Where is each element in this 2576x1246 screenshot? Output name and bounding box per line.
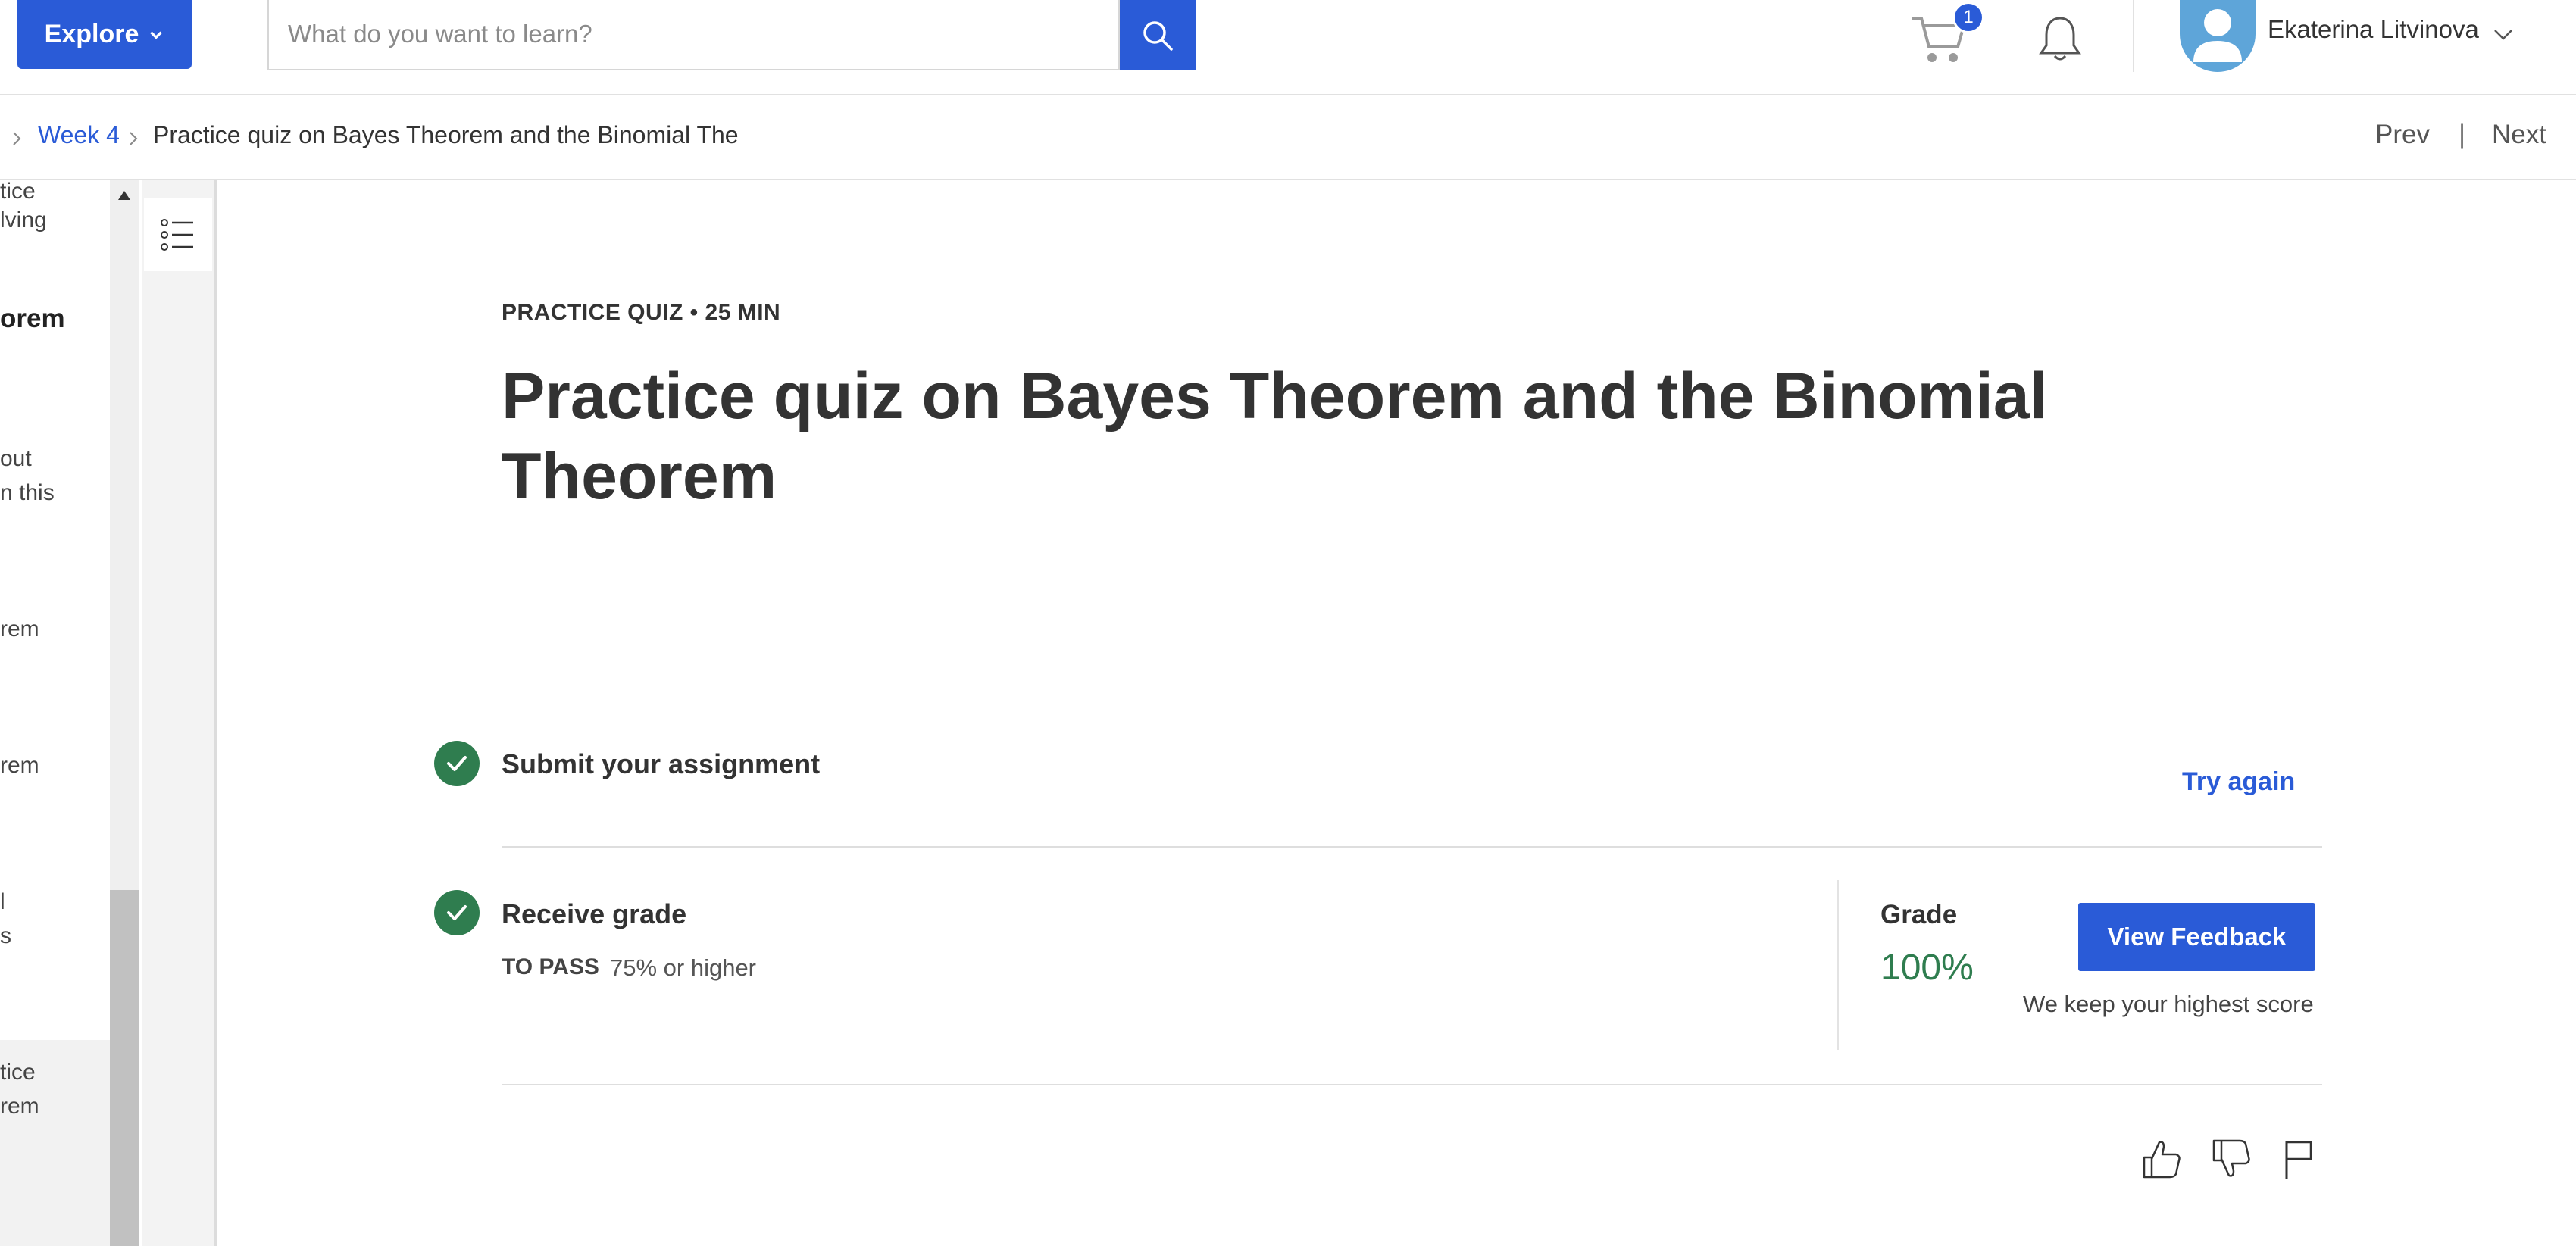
sidebar-item-text[interactable]: rem	[0, 612, 39, 646]
nav-divider: |	[2459, 120, 2466, 149]
search-input[interactable]	[269, 0, 1118, 67]
to-pass-value: 75% or higher	[610, 954, 757, 981]
sidebar-item-text[interactable]: rem	[0, 748, 39, 782]
chevron-down-icon	[150, 31, 163, 39]
thumbs-down-icon[interactable]	[2209, 1136, 2252, 1182]
section-divider	[502, 1084, 2322, 1085]
check-circle-icon	[434, 741, 480, 786]
scrollbar-thumb[interactable]	[110, 890, 139, 1246]
section-divider	[502, 846, 2322, 848]
receive-step-title: Receive grade	[502, 898, 687, 929]
sidebar-item-heading[interactable]: orem	[0, 301, 65, 336]
top-header: Explore 1 Ekaterina Litvinova	[0, 0, 2576, 95]
explore-label: Explore	[44, 20, 139, 48]
toc-toggle-button[interactable]	[144, 198, 212, 271]
quiz-eyebrow: PRACTICE QUIZ • 25 MIN	[502, 300, 781, 325]
sidebar-item-text[interactable]: tice	[0, 1055, 36, 1089]
sidebar-item-text[interactable]: out	[0, 442, 32, 476]
search-button[interactable]	[1120, 0, 1196, 70]
toc-rail	[142, 180, 217, 1246]
highest-score-note: We keep your highest score	[2023, 991, 2314, 1017]
header-divider	[2133, 0, 2134, 72]
sidebar-item-text[interactable]: l	[0, 885, 5, 919]
breadcrumb-current: Practice quiz on Bayes Theorem and the B…	[153, 121, 739, 148]
prev-link[interactable]: Prev	[2375, 120, 2430, 150]
chevron-right-icon	[13, 132, 21, 145]
user-icon	[2193, 9, 2242, 62]
sidebar-item-text[interactable]: n this	[0, 476, 55, 510]
grade-value: 100%	[1880, 948, 1974, 988]
check-circle-icon	[434, 890, 480, 935]
list-icon	[161, 219, 193, 251]
submit-step-title: Submit your assignment	[502, 748, 821, 779]
to-pass-label: TO PASS	[502, 954, 599, 979]
explore-button[interactable]: Explore	[17, 0, 192, 69]
sidebar-item-text[interactable]: rem	[0, 1089, 39, 1123]
grade-label: Grade	[1880, 900, 1958, 929]
next-link[interactable]: Next	[2492, 120, 2546, 150]
search-icon	[1143, 20, 1173, 51]
page-title: Practice quiz on Bayes Theorem and the B…	[502, 360, 2048, 513]
breadcrumb: Week 4 Practice quiz on Bayes Theorem an…	[0, 95, 2576, 180]
flag-icon[interactable]	[2277, 1136, 2320, 1182]
user-name[interactable]: Ekaterina Litvinova	[2268, 15, 2479, 44]
course-sidebar: tice lving orem out n this rem rem l s t…	[0, 180, 110, 1246]
view-feedback-button[interactable]: View Feedback	[2078, 903, 2315, 971]
right-edge	[2571, 180, 2576, 1246]
avatar[interactable]	[2180, 0, 2256, 72]
thumbs-up-icon[interactable]	[2140, 1136, 2182, 1182]
sidebar-item-text[interactable]: s	[0, 919, 11, 953]
grade-divider	[1837, 880, 1839, 1050]
breadcrumb-week-link[interactable]: Week 4	[38, 121, 120, 149]
chevron-down-icon[interactable]	[2493, 24, 2514, 45]
sidebar-item-text[interactable]: lving	[0, 203, 47, 237]
chevron-right-icon	[130, 132, 138, 145]
bell-icon[interactable]	[2037, 14, 2084, 64]
cart-count-badge: 1	[1952, 2, 1984, 33]
try-again-link[interactable]: Try again	[2182, 767, 2295, 797]
search-box	[267, 0, 1120, 70]
scroll-up-arrow-icon[interactable]	[115, 188, 133, 203]
